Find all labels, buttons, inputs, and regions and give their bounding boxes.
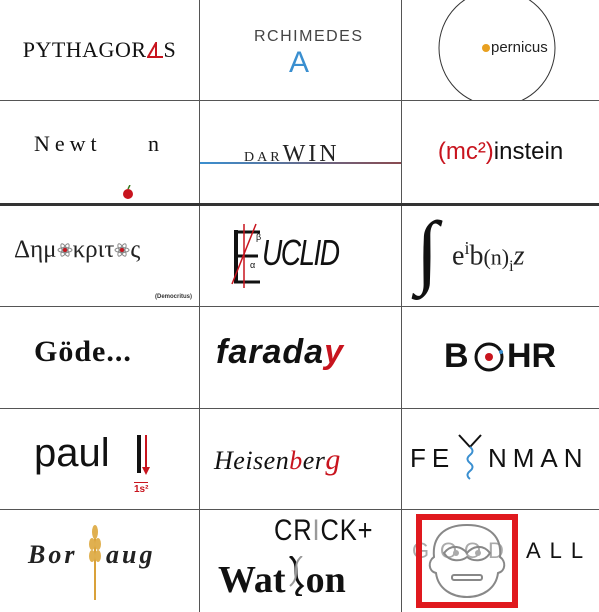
- apple-icon: [123, 185, 133, 199]
- newton-right: n: [148, 131, 159, 156]
- leibniz-n: (n): [483, 244, 510, 270]
- newton-left: Newt: [34, 131, 102, 156]
- borlaug-right: aug: [106, 540, 156, 569]
- bohr-hr: HR: [507, 337, 557, 375]
- cell-bohr: B HR: [402, 307, 599, 408]
- cell-newton: Newt n: [0, 101, 199, 203]
- heisenberg-end: er: [302, 446, 326, 475]
- cell-democritus: Δημ κριτ ς (Democritus): [0, 206, 199, 306]
- atom-icon: [114, 243, 130, 257]
- dna-helix-icon: [288, 554, 304, 598]
- crick-rest: CK+: [320, 514, 374, 547]
- integral-icon: ∫: [416, 206, 439, 296]
- euclid-beta: β: [256, 232, 262, 242]
- watson-a: Wat: [218, 559, 286, 601]
- watson-b: on: [305, 559, 346, 601]
- cell-crick-watson: CRICK+ Wat on: [200, 510, 401, 612]
- cell-faraday: faraday: [200, 307, 401, 408]
- democritus-caption: (Democritus): [155, 294, 193, 300]
- archimedes-letter: A: [289, 46, 310, 79]
- crick-top: CR: [274, 514, 313, 547]
- feynman-right: NMAN: [488, 443, 589, 473]
- godel-text: Göde...: [34, 335, 132, 368]
- einstein-formula: (mc²): [437, 138, 494, 165]
- feynman-diagram-icon: [458, 434, 482, 480]
- cell-pauli: paul 1s²: [0, 409, 199, 509]
- atom-icon: [57, 243, 73, 257]
- cell-borlaug: Bor aug: [0, 510, 199, 612]
- copernicus-text: pernicus: [491, 39, 548, 56]
- chimpanzee-face-icon: [428, 523, 506, 599]
- cell-einstein: (mc²)instein: [402, 101, 599, 203]
- cell-copernicus: pernicus: [402, 0, 599, 100]
- pauli-sub: 1s²: [134, 482, 149, 495]
- feynman-left: FE: [410, 443, 456, 473]
- democritus-a: Δημ: [14, 236, 57, 263]
- leibniz-e: e: [452, 240, 465, 272]
- cell-euclid: β α UCLID: [200, 206, 401, 306]
- democritus-c: ς: [130, 236, 141, 263]
- leibniz-b: b: [469, 240, 484, 272]
- archimedes-top: RCHIMEDES: [254, 28, 364, 45]
- evolution-line: [200, 162, 401, 164]
- heisenberg-text: Heisen: [214, 446, 290, 475]
- cell-archimedes: RCHIMEDES A: [200, 0, 401, 100]
- einstein-text: instein: [493, 138, 564, 165]
- bohr-b: B: [444, 337, 469, 375]
- faraday-text: farada: [216, 333, 325, 371]
- heisenberg-red: g: [325, 443, 341, 476]
- euclid-text: UCLID: [262, 232, 340, 273]
- democritus-b: κριτ: [72, 236, 115, 263]
- heisenberg-mid: b: [289, 446, 303, 475]
- spin-arrows-icon: [137, 435, 150, 475]
- borlaug-left: Bor: [28, 540, 78, 569]
- pythagoras-tail: S: [163, 37, 177, 62]
- goodall-rest: ALL: [526, 538, 593, 563]
- triangle-icon: [145, 39, 163, 58]
- cell-goodall: G O O D ALL: [402, 510, 599, 612]
- pythagoras-text: PYTHAGOR: [22, 37, 147, 62]
- crick-i: I: [312, 514, 321, 547]
- atom-orbit-icon: [474, 342, 504, 372]
- cell-leibniz: ∫ eib(n)iz: [402, 206, 599, 306]
- cell-heisenberg: Heisenberg: [200, 409, 401, 509]
- pauli-text: paul: [34, 431, 110, 475]
- euclid-alpha: α: [250, 260, 256, 270]
- cell-feynman: FE NMAN: [402, 409, 599, 509]
- cell-pythagoras: PYTHAGOR S: [0, 0, 199, 100]
- faraday-red: y: [324, 333, 344, 371]
- cell-darwin: DARWIN: [200, 101, 401, 203]
- logo-grid: PYTHAGOR S RCHIMEDES A pernicus Newt n DA…: [0, 0, 599, 612]
- leibniz-z: z: [513, 240, 525, 272]
- cell-godel: Göde...: [0, 307, 199, 408]
- wheat-icon: [89, 525, 101, 600]
